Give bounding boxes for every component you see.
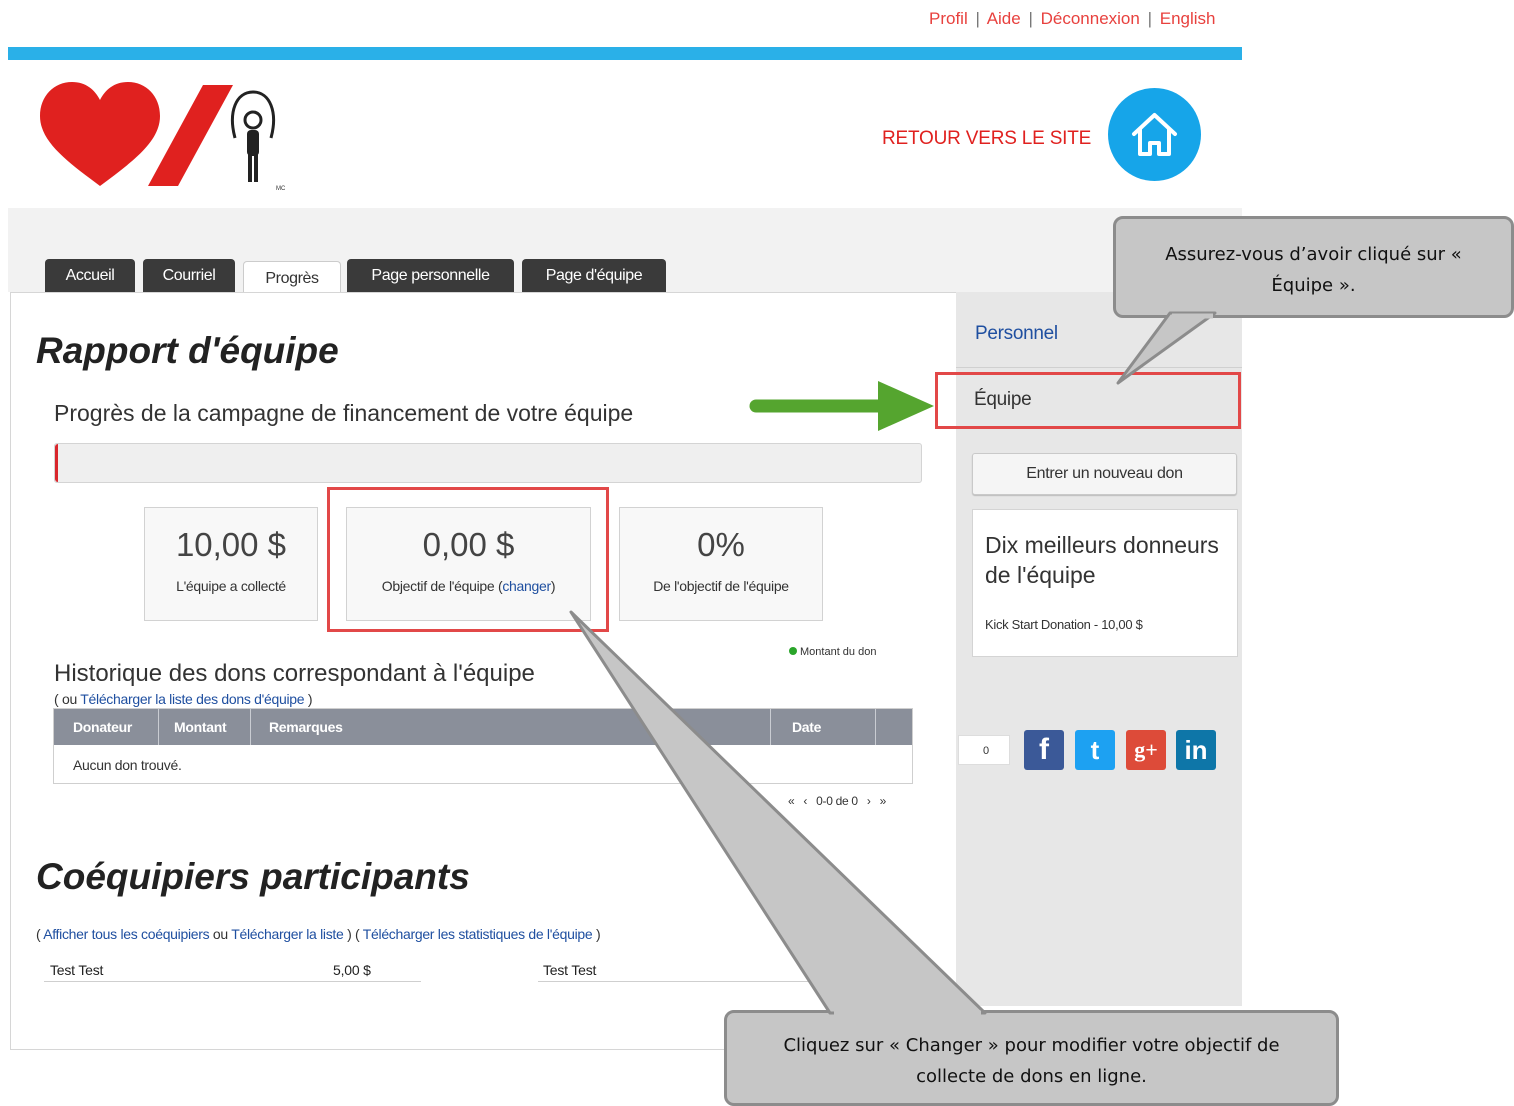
tab-page-personnelle[interactable]: Page personnelle — [347, 259, 514, 292]
share-count: 0 — [958, 735, 1010, 765]
jump-rope-figure-icon — [230, 90, 276, 182]
tab-courriel[interactable]: Courriel — [143, 259, 235, 292]
callout-top: Assurez-vous d’avoir cliqué sur « Équipe… — [1113, 216, 1514, 318]
stat-percent: 0% De l'objectif de l'équipe — [619, 507, 823, 621]
teammate-divider — [538, 981, 838, 982]
next-page-button[interactable]: › — [867, 794, 871, 808]
paren: ) ( — [343, 926, 363, 942]
download-stats-link[interactable]: Télécharger les statistiques de l'équipe — [363, 926, 593, 942]
help-link[interactable]: Aide — [987, 9, 1021, 28]
logout-link[interactable]: Déconnexion — [1041, 9, 1140, 28]
sidebar-item-personnel[interactable]: Personnel — [975, 323, 1058, 345]
english-link[interactable]: English — [1160, 9, 1216, 28]
link-separator: ou — [209, 926, 232, 942]
donations-table: Donateur Montant Remarques Date Aucun do… — [53, 708, 913, 784]
collected-label: L'équipe a collecté — [176, 578, 286, 594]
progress-bar — [54, 443, 922, 483]
logo-mark: MC — [276, 186, 286, 192]
column-header-remarques[interactable]: Remarques — [269, 709, 343, 745]
home-button[interactable] — [1108, 88, 1201, 181]
separator: | — [975, 9, 980, 28]
column-header-montant[interactable]: Montant — [174, 709, 227, 745]
history-subtitle: ( ou Télécharger la liste des dons d'équ… — [54, 691, 313, 707]
callout-bottom-text: Cliquez sur « Changer » pour modifier vo… — [783, 1035, 1280, 1087]
download-list-link[interactable]: Télécharger la liste — [231, 926, 344, 942]
stat-collected: 10,00 $ L'équipe a collecté — [144, 507, 318, 621]
twitter-icon[interactable]: t — [1075, 730, 1115, 770]
column-divider — [158, 709, 159, 745]
paren: ) — [304, 691, 313, 707]
chart-legend: Montant du don — [789, 646, 876, 658]
page-title: Rapport d'équipe — [36, 330, 339, 371]
first-page-button[interactable]: « — [788, 794, 795, 808]
profile-link[interactable]: Profil — [929, 9, 968, 28]
column-divider — [875, 709, 876, 745]
teammate-divider — [44, 981, 421, 982]
slash-shape — [148, 85, 233, 186]
column-header-date[interactable]: Date — [792, 709, 821, 745]
top-links: Profil | Aide | Déconnexion | English — [929, 9, 1216, 29]
tab-accueil[interactable]: Accueil — [45, 259, 135, 292]
facebook-icon[interactable]: f — [1024, 730, 1064, 770]
linkedin-icon[interactable]: in — [1176, 730, 1216, 770]
percent-value: 0% — [697, 526, 745, 563]
paren: ( ou — [54, 691, 81, 707]
top-donors-title: Dix meilleurs donneurs de l'équipe — [985, 532, 1219, 588]
download-donations-link[interactable]: Télécharger la liste des dons d'équipe — [80, 691, 304, 707]
column-header-donateur[interactable]: Donateur — [73, 709, 132, 745]
new-donation-button[interactable]: Entrer un nouveau don — [972, 453, 1237, 495]
history-title: Historique des dons correspondant à l'éq… — [54, 660, 535, 687]
google-plus-icon[interactable]: g+ — [1126, 730, 1166, 770]
back-to-site-link[interactable]: RETOUR VERS LE SITE — [882, 128, 1091, 150]
teammates-links: ( Afficher tous les coéquipiers ou Téléc… — [36, 926, 601, 942]
top-accent-bar — [8, 47, 1242, 60]
progress-bar-fill — [55, 444, 58, 482]
pager: « ‹ 0-0 de 0 › » — [788, 794, 892, 808]
prev-page-button[interactable]: ‹ — [803, 794, 807, 808]
teammate-amount: 5,00 $ — [333, 962, 371, 978]
teammate-name[interactable]: Test Test — [543, 962, 596, 978]
callout-top-text: Assurez-vous d’avoir cliqué sur « Équipe… — [1165, 244, 1462, 296]
home-icon — [1132, 113, 1177, 156]
column-divider — [250, 709, 251, 745]
heart-shape — [40, 82, 160, 186]
separator: | — [1028, 9, 1033, 28]
tab-page-equipe[interactable]: Page d'équipe — [522, 259, 666, 292]
column-divider — [770, 709, 771, 745]
legend-label: Montant du don — [800, 646, 877, 658]
show-all-teammates-link[interactable]: Afficher tous les coéquipiers — [43, 926, 209, 942]
teammate-name[interactable]: Test Test — [50, 962, 103, 978]
tab-progres[interactable]: Progrès — [243, 261, 341, 295]
percent-label: De l'objectif de l'équipe — [653, 578, 789, 594]
progress-title: Progrès de la campagne de financement de… — [54, 400, 634, 426]
top-donor-entry: Kick Start Donation - 10,00 $ — [985, 617, 1143, 632]
teammates-title: Coéquipiers participants — [36, 856, 470, 897]
page-range: 0-0 de 0 — [816, 794, 858, 808]
legend-dot-icon — [789, 647, 797, 655]
highlight-box-goal — [327, 487, 609, 632]
table-empty-message: Aucun don trouvé. — [73, 757, 182, 773]
last-page-button[interactable]: » — [880, 794, 887, 808]
callout-bottom: Cliquez sur « Changer » pour modifier vo… — [724, 1010, 1339, 1106]
top-donors-box: Dix meilleurs donneurs de l'équipe Kick … — [972, 509, 1238, 657]
highlight-box-equipe — [935, 372, 1241, 429]
separator: | — [1147, 9, 1153, 28]
paren: ) — [592, 926, 601, 942]
table-header: Donateur Montant Remarques Date — [54, 709, 912, 745]
sidebar-divider — [956, 367, 1242, 368]
collected-value: 10,00 $ — [175, 526, 287, 563]
heart-logo[interactable]: MC — [38, 78, 288, 193]
